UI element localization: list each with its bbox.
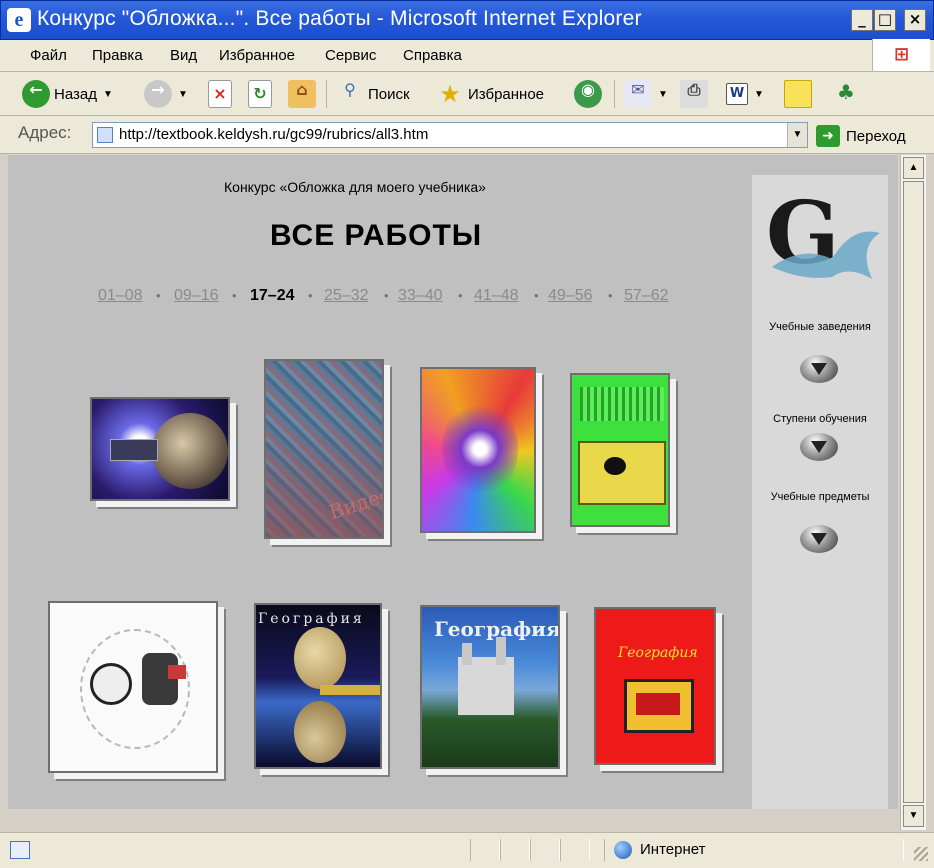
chevron-down-icon[interactable]: ▼ [754,89,764,100]
star-icon: ★ [439,80,461,108]
resize-grip-icon[interactable] [914,847,928,861]
windows-logo-icon: ⊞ [872,39,930,71]
menu-edit[interactable]: Правка [92,47,143,64]
menu-help[interactable]: Справка [403,47,462,64]
media-icon: ◉ [574,80,602,108]
book-cover-geography-red[interactable]: География [594,607,716,765]
refresh-icon: ↻ [248,80,272,108]
status-bar: Интернет [0,832,934,868]
scroll-thumb[interactable] [903,181,924,803]
page-link-01-08[interactable]: 01–08 [98,287,143,305]
forward-button[interactable]: → ▼ [144,78,188,110]
page-status-icon [10,841,30,859]
address-bar: Адрес: http://textbook.keldysh.ru/gc99/r… [0,116,934,154]
stop-button[interactable]: × [208,78,232,110]
refresh-button[interactable]: ↻ [248,78,272,110]
search-icon: ⚲ [344,80,356,99]
mail-button[interactable]: ✉ ▼ [624,78,668,110]
book-cover-geography-moon[interactable]: География [254,603,382,769]
menu-view[interactable]: Вид [170,47,197,64]
page-content: Конкурс «Обложка для моего учебника» ВСЕ… [8,155,898,809]
chevron-down-icon[interactable]: ▼ [178,89,188,100]
menu-favorites[interactable]: Избранное [219,47,295,64]
page-link-33-40[interactable]: 33–40 [398,287,443,305]
note-icon [784,80,812,108]
contest-subtitle: Конкурс «Обложка для моего учебника» [224,179,486,195]
book-cover-space[interactable] [90,397,230,501]
address-url[interactable]: http://textbook.keldysh.ru/gc99/rubrics/… [119,126,428,143]
back-button[interactable]: ← Назад ▼ [22,78,113,110]
book-cover-blue-texture[interactable]: Видео [264,359,384,539]
page-current-17-24: 17–24 [250,287,295,304]
vertical-scrollbar[interactable]: ▲ ▼ [900,155,926,830]
book-cover-geography-castle[interactable]: География [420,605,560,769]
institutions-dropdown-icon[interactable] [800,355,838,383]
book-cover-sketch[interactable] [48,601,218,773]
chevron-down-icon[interactable]: ▼ [787,123,807,147]
media-button[interactable]: ◉ [574,78,602,110]
page-link-25-32[interactable]: 25–32 [324,287,369,305]
internet-zone-icon [614,841,632,859]
toolbar: ← Назад ▼ → ▼ × ↻ ⌂ ⚲ Поиск ★ Избранное … [0,72,934,116]
title-bar: e Конкурс "Обложка...". Все работы - Mic… [0,0,934,40]
word-icon: W [726,83,748,105]
book-cover-green[interactable] [570,373,670,527]
menu-tools[interactable]: Сервис [325,47,376,64]
page-link-09-16[interactable]: 09–16 [174,287,219,305]
scroll-up-icon[interactable]: ▲ [903,157,924,179]
go-button[interactable]: ➜ Переход [816,122,906,150]
sidebar: G Учебные заведения Ступени обучения Уче… [752,175,888,809]
cover-text: География [618,645,698,661]
maximize-button[interactable]: □ [874,9,896,31]
page-navigation: 01–08 • 09–16 • 17–24 • 25–32 • 33–40 • … [98,287,669,305]
subjects-dropdown-icon[interactable] [800,525,838,553]
cover-text: География [258,611,365,627]
internet-explorer-icon: e [7,8,31,32]
gc-logo[interactable]: G [762,185,882,285]
chevron-down-icon[interactable]: ▼ [658,89,668,100]
stop-icon: × [208,80,232,108]
messenger-button[interactable]: ♣ [832,78,860,110]
printer-icon: ⎙ [680,80,708,108]
go-arrow-icon: ➜ [816,125,840,147]
messenger-icon: ♣ [837,80,855,104]
favorites-button[interactable]: ★ Избранное [436,78,544,110]
go-label: Переход [846,127,906,145]
home-icon: ⌂ [288,80,316,108]
back-label: Назад [54,85,97,103]
chevron-down-icon[interactable]: ▼ [103,89,113,100]
page-link-49-56[interactable]: 49–56 [548,287,593,305]
edit-button[interactable]: W ▼ [726,78,764,110]
close-button[interactable]: × [904,9,926,31]
sidebar-label-levels: Ступени обучения [773,413,867,425]
scroll-down-icon[interactable]: ▼ [903,805,924,827]
minimize-button[interactable]: _ [851,9,873,31]
favorites-label: Избранное [468,85,545,103]
print-button[interactable]: ⎙ [680,78,708,110]
page-link-57-62[interactable]: 57–62 [624,287,669,305]
book-cover-psychedelic[interactable] [420,367,536,533]
levels-dropdown-icon[interactable] [800,433,838,461]
mail-icon: ✉ [624,80,652,108]
discuss-button[interactable] [784,78,812,110]
address-label: Адрес: [18,123,72,142]
sidebar-label-institutions: Учебные заведения [769,321,871,333]
window-title: Конкурс "Обложка...". Все работы - Micro… [37,7,642,30]
home-button[interactable]: ⌂ [288,78,316,110]
back-arrow-icon: ← [22,80,50,108]
search-label: Поиск [368,85,410,103]
menu-file[interactable]: Файл [30,47,67,64]
page-title: ВСЕ РАБОТЫ [270,219,483,252]
page-icon [97,127,113,143]
search-button[interactable]: ⚲ Поиск [336,78,410,110]
address-input[interactable]: http://textbook.keldysh.ru/gc99/rubrics/… [92,122,808,148]
forward-arrow-icon: → [144,80,172,108]
menu-bar: Файл Правка Вид Избранное Сервис Справка [0,40,934,72]
security-zone-label: Интернет [640,841,706,858]
sidebar-label-subjects: Учебные предметы [770,491,870,503]
page-link-41-48[interactable]: 41–48 [474,287,519,305]
